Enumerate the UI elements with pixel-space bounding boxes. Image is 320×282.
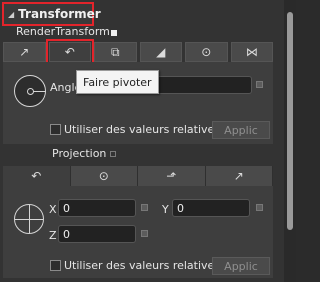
arrow-icon: ↗ (233, 169, 244, 183)
tab-projection-offset[interactable]: ↗ (205, 166, 273, 186)
z-label: Z (49, 229, 57, 242)
flip-icon: ⋈ (245, 45, 258, 59)
center-point-icon: ⊙ (201, 45, 212, 59)
tab-center-point[interactable]: ⊙ (185, 42, 228, 62)
rotate-icon: ↶ (64, 45, 75, 59)
projection-relative-values-checkbox[interactable] (50, 260, 61, 271)
vertical-scrollbar[interactable] (284, 0, 296, 282)
rotation-dial[interactable] (14, 75, 46, 107)
z-input[interactable] (58, 225, 136, 243)
angle-advanced-marker[interactable] (256, 81, 263, 88)
tab-rotate[interactable]: ↶ (45, 39, 94, 65)
y-input[interactable] (172, 199, 250, 217)
render-transform-label: RenderTransform (16, 25, 110, 38)
triangle-down-icon: ◢ (8, 9, 15, 19)
tab-translate[interactable]: ↗ (3, 42, 46, 62)
scrollbar-thumb[interactable] (287, 12, 293, 230)
tab-projection-translate[interactable]: ⬏ (138, 166, 206, 186)
relative-values-checkbox[interactable] (50, 124, 61, 135)
y-advanced-marker[interactable] (256, 204, 263, 211)
crosshair-icon[interactable] (14, 204, 44, 234)
section-title: Transformer (18, 7, 101, 21)
z-advanced-marker[interactable] (141, 230, 148, 237)
tab-projection-center[interactable]: ⊙ (70, 166, 138, 186)
x-advanced-marker[interactable] (141, 204, 148, 211)
apply-button[interactable]: Applic (212, 121, 270, 139)
tab-scale[interactable]: ⧉ (94, 42, 137, 62)
dial-center (27, 88, 34, 95)
projection-apply-button[interactable]: Applic (212, 257, 270, 275)
tab-skew[interactable]: ◢ (139, 42, 182, 62)
render-transform-tabs: ↗ ↶ ⧉ ◢ ⊙ ⋈ (3, 39, 273, 65)
relative-values-label: Utiliser des valeurs relatives (64, 123, 221, 136)
projection-advanced-marker[interactable] (110, 151, 116, 157)
arrow-icon: ↗ (19, 45, 30, 59)
tooltip: Faire pivoter (76, 70, 159, 94)
advanced-options-marker[interactable] (111, 30, 117, 36)
crosshair-v (29, 205, 30, 233)
transformer-section-header[interactable]: ◢ Transformer (2, 2, 101, 26)
center-point-icon: ⊙ (98, 169, 109, 183)
x-input[interactable] (58, 199, 136, 217)
projection-tabs: ↶ ⊙ ⬏ ↗ (3, 166, 273, 186)
skew-icon: ◢ (156, 45, 166, 59)
properties-panel: ◢ Transformer RenderTransform ↗ ↶ ⧉ ◢ ⊙ … (0, 0, 284, 282)
y-label: Y (162, 203, 169, 216)
projection-label: Projection (52, 147, 107, 160)
projection-relative-values-label: Utiliser des valeurs relatives (64, 259, 221, 272)
tooltip-text: Faire pivoter (83, 75, 152, 89)
tab-projection-rotate[interactable]: ↶ (3, 166, 71, 186)
scale-icon: ⧉ (110, 44, 120, 59)
rotate-icon: ↶ (31, 169, 42, 183)
tab-flip[interactable]: ⋈ (230, 42, 273, 62)
x-label: X (49, 203, 57, 216)
move-icon: ⬏ (166, 169, 177, 183)
